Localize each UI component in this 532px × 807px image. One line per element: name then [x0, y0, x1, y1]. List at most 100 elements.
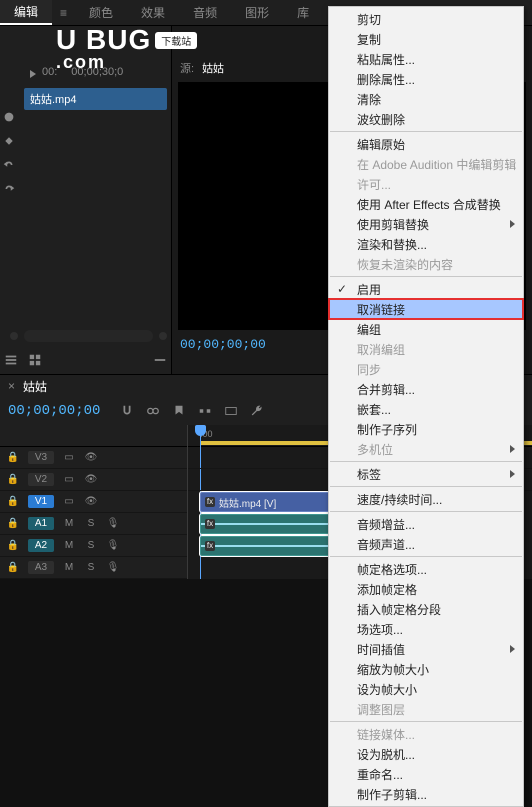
target-toggle[interactable]: ▭: [62, 496, 76, 507]
menu-field-options[interactable]: 场选项...: [329, 619, 523, 639]
zoom-slider-icon[interactable]: [153, 353, 167, 367]
monitor-tc-left[interactable]: 00;00;00;00: [180, 337, 266, 352]
chevron-right-icon: [510, 445, 515, 453]
tab-audio[interactable]: 音频: [179, 0, 231, 25]
fx-badge: fx: [205, 541, 215, 551]
wrench-icon[interactable]: [250, 404, 264, 418]
menu-edit-original[interactable]: 编辑原始: [329, 134, 523, 154]
menu-insert-frame-hold-segment[interactable]: 插入帧定格分段: [329, 599, 523, 619]
project-header: 00: 00;00;30;0: [0, 26, 171, 80]
track-label[interactable]: A2: [28, 539, 54, 552]
menu-scale-to-frame[interactable]: 缩放为帧大小: [329, 659, 523, 679]
menu-delete-attributes[interactable]: 删除属性...: [329, 69, 523, 89]
menu-merge-clips[interactable]: 合并剪辑...: [329, 379, 523, 399]
lock-icon[interactable]: 🔒: [6, 562, 20, 573]
project-duration-tc: 00;00;30;0: [71, 66, 123, 78]
lock-icon[interactable]: 🔒: [6, 452, 20, 463]
menu-separator: [330, 461, 522, 462]
track-label[interactable]: V2: [28, 473, 54, 486]
track-a3[interactable]: 🔒 A3 M S 🎙: [0, 557, 187, 579]
solo-toggle[interactable]: S: [84, 518, 98, 529]
mute-toggle[interactable]: M: [62, 518, 76, 529]
tab-effects[interactable]: 效果: [127, 0, 179, 25]
list-view-icon[interactable]: [4, 353, 18, 367]
close-icon[interactable]: ×: [8, 379, 15, 393]
menu-make-subclip[interactable]: 制作子剪辑...: [329, 784, 523, 804]
menu-set-to-frame[interactable]: 设为帧大小: [329, 679, 523, 699]
menu-separator: [330, 131, 522, 132]
menu-enable[interactable]: ✓启用: [329, 279, 523, 299]
eye-icon[interactable]: 👁: [84, 452, 98, 463]
mute-toggle[interactable]: M: [62, 562, 76, 573]
icon-view-icon[interactable]: [28, 353, 42, 367]
redo-icon[interactable]: [2, 182, 16, 196]
timeline-tc[interactable]: 00;00;00;00: [8, 403, 100, 419]
track-v3[interactable]: 🔒 V3 ▭ 👁: [0, 447, 187, 469]
voice-record-icon[interactable]: 🎙: [106, 540, 120, 551]
menu-audio-channels[interactable]: 音频声道...: [329, 534, 523, 554]
solo-toggle[interactable]: S: [84, 540, 98, 551]
track-label[interactable]: V1: [28, 495, 54, 508]
tab-hamburger[interactable]: ≡: [52, 0, 75, 25]
tab-library[interactable]: 库: [283, 0, 323, 25]
overwrite-icon[interactable]: [224, 404, 238, 418]
eye-icon[interactable]: 👁: [84, 496, 98, 507]
sequence-name[interactable]: 姑姑: [23, 378, 47, 395]
menu-paste-attributes[interactable]: 粘贴属性...: [329, 49, 523, 69]
mute-toggle[interactable]: M: [62, 540, 76, 551]
menu-ripple-delete[interactable]: 波纹删除: [329, 109, 523, 129]
insert-icon[interactable]: [198, 404, 212, 418]
audio-clip[interactable]: fx: [200, 514, 330, 534]
menu-clear[interactable]: 清除: [329, 89, 523, 109]
track-a2[interactable]: 🔒 A2 M S 🎙: [0, 535, 187, 557]
voice-record-icon[interactable]: 🎙: [106, 518, 120, 529]
track-label[interactable]: A1: [28, 517, 54, 530]
menu-audio-gain[interactable]: 音频增益...: [329, 514, 523, 534]
menu-subsequence[interactable]: 制作子序列: [329, 419, 523, 439]
lock-icon[interactable]: 🔒: [6, 540, 20, 551]
add-keyframe-icon[interactable]: [2, 134, 16, 148]
solo-toggle[interactable]: S: [84, 562, 98, 573]
lock-icon[interactable]: 🔒: [6, 496, 20, 507]
track-label[interactable]: V3: [28, 451, 54, 464]
menu-cut[interactable]: 剪切: [329, 9, 523, 29]
track-label[interactable]: A3: [28, 561, 54, 574]
snap-icon[interactable]: [120, 404, 134, 418]
undo-icon[interactable]: [2, 158, 16, 172]
bin-clip-item[interactable]: 姑姑.mp4: [24, 88, 167, 110]
menu-speed-duration[interactable]: 速度/持续时间...: [329, 489, 523, 509]
eye-icon[interactable]: 👁: [84, 474, 98, 485]
menu-make-offline[interactable]: 设为脱机...: [329, 744, 523, 764]
voice-record-icon[interactable]: 🎙: [106, 562, 120, 573]
marker-add-icon[interactable]: [172, 404, 186, 418]
target-toggle[interactable]: ▭: [62, 474, 76, 485]
menu-render-replace[interactable]: 渲染和替换...: [329, 234, 523, 254]
menu-nest[interactable]: 嵌套...: [329, 399, 523, 419]
track-v1[interactable]: 🔒 V1 ▭ 👁: [0, 491, 187, 513]
tab-edit[interactable]: 编辑: [0, 0, 52, 25]
menu-add-frame-hold[interactable]: 添加帧定格: [329, 579, 523, 599]
menu-frame-hold-options[interactable]: 帧定格选项...: [329, 559, 523, 579]
menu-group[interactable]: 编组: [329, 319, 523, 339]
menu-replace-clip[interactable]: 使用剪辑替换: [329, 214, 523, 234]
record-icon[interactable]: [2, 110, 16, 124]
tab-color[interactable]: 颜色: [75, 0, 127, 25]
tab-graphics[interactable]: 图形: [231, 0, 283, 25]
video-clip[interactable]: fx姑姑.mp4 [V]: [200, 492, 330, 512]
check-icon: ✓: [337, 282, 347, 296]
menu-rename[interactable]: 重命名...: [329, 764, 523, 784]
track-v2[interactable]: 🔒 V2 ▭ 👁: [0, 469, 187, 491]
track-a1[interactable]: 🔒 A1 M S 🎙: [0, 513, 187, 535]
audio-clip[interactable]: fx: [200, 536, 330, 556]
lock-icon[interactable]: 🔒: [6, 474, 20, 485]
target-toggle[interactable]: ▭: [62, 452, 76, 463]
linked-selection-icon[interactable]: [146, 404, 160, 418]
menu-replace-ae[interactable]: 使用 After Effects 合成替换: [329, 194, 523, 214]
menu-separator: [330, 486, 522, 487]
menu-copy[interactable]: 复制: [329, 29, 523, 49]
project-hscroll[interactable]: [24, 330, 153, 342]
lock-icon[interactable]: 🔒: [6, 518, 20, 529]
menu-unlink[interactable]: 取消链接: [329, 299, 523, 319]
menu-time-interpolation[interactable]: 时间插值: [329, 639, 523, 659]
menu-label[interactable]: 标签: [329, 464, 523, 484]
